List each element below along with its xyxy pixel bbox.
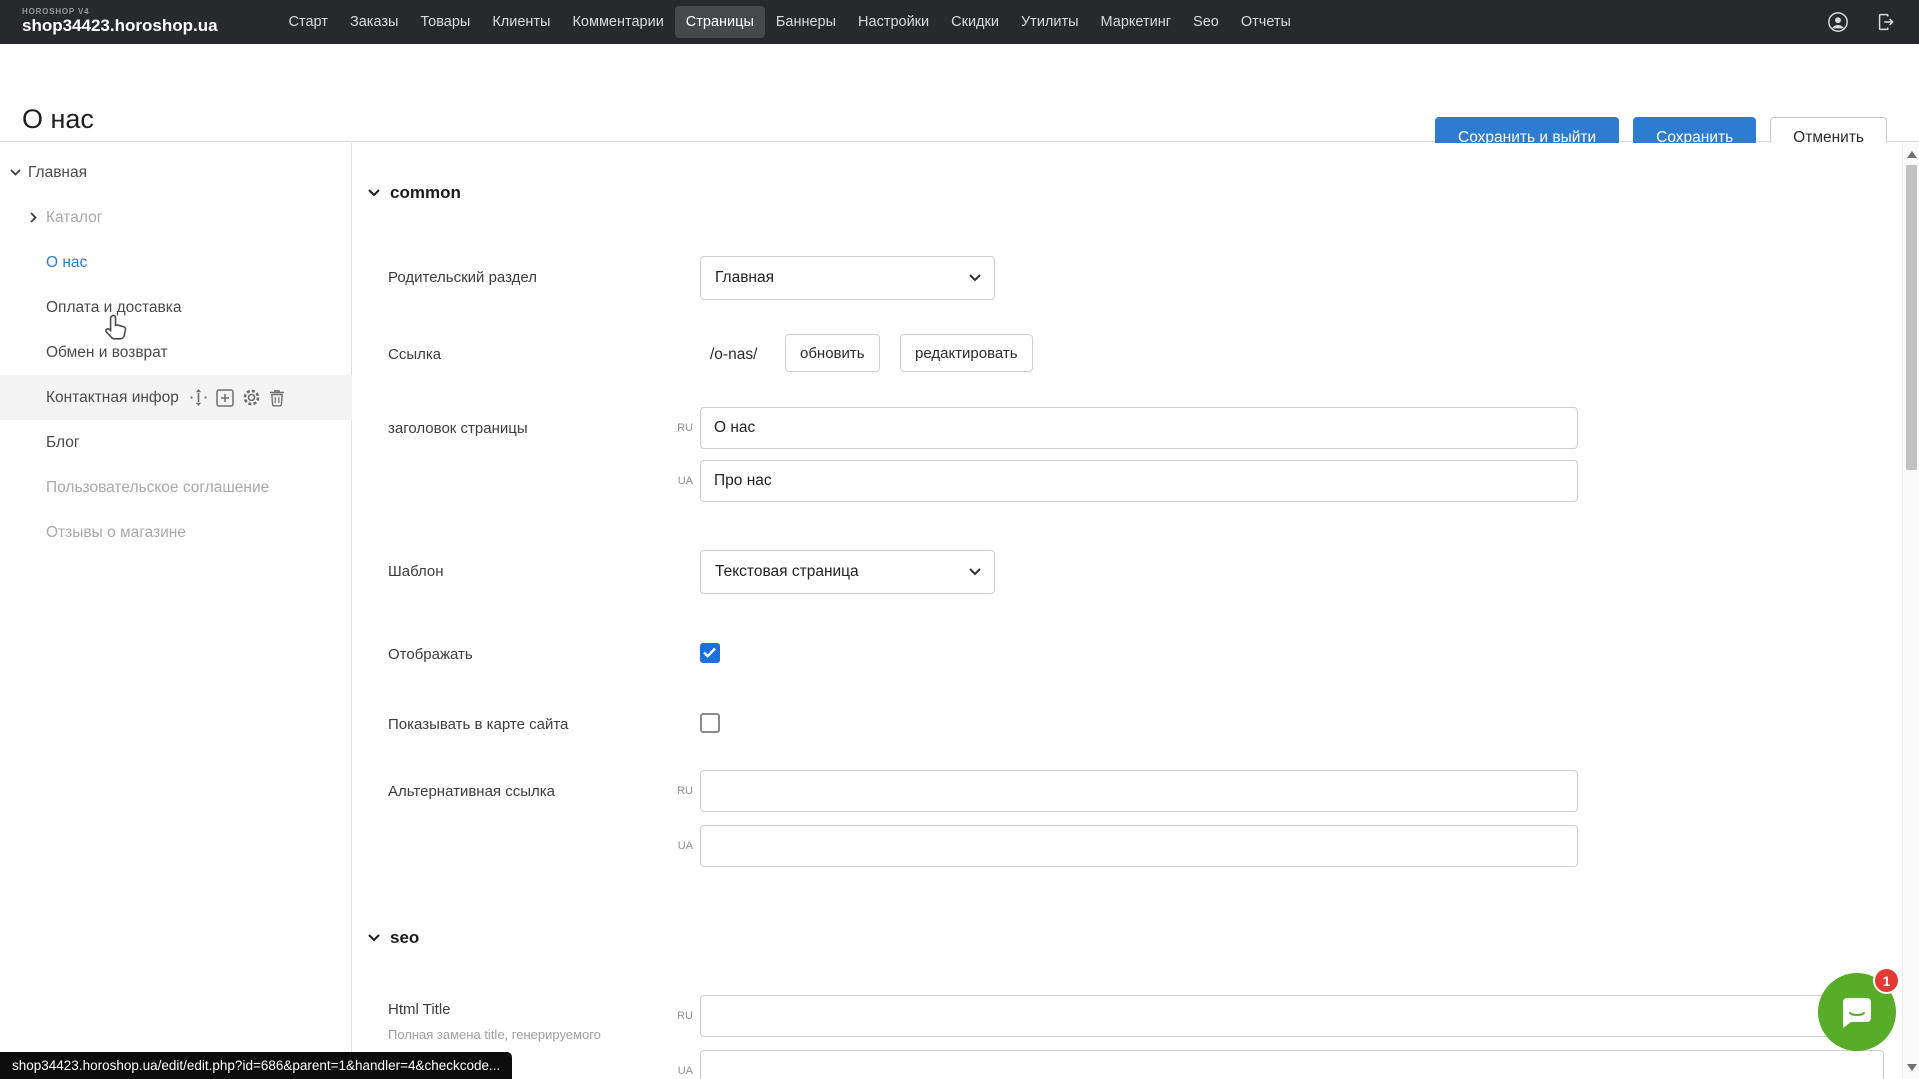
chat-unread-badge: 1 — [1873, 967, 1900, 994]
link-edit-button[interactable]: редактировать — [900, 334, 1033, 372]
tree-row-actions — [189, 388, 285, 407]
alt-link-label: Альтернативная ссылка — [388, 783, 555, 800]
chevron-right-icon[interactable] — [26, 212, 40, 223]
sidebar-item-user-agreement[interactable]: Пользовательское соглашение — [0, 465, 352, 510]
sidebar-item-contact-info[interactable]: Контактная инфор — [0, 375, 352, 420]
section-seo-toggle[interactable]: seo — [368, 928, 419, 948]
nav-item-utilities[interactable]: Утилиты — [1010, 6, 1090, 38]
logo-domain: shop34423.horoshop.ua — [22, 17, 218, 36]
link-value: /o-nas/ — [710, 346, 757, 364]
alt-link-ua-input[interactable] — [700, 825, 1578, 867]
section-common-toggle[interactable]: common — [368, 183, 461, 203]
nav-item-products[interactable]: Товары — [409, 6, 481, 38]
display-checkbox[interactable] — [700, 643, 720, 663]
chevron-down-icon — [969, 269, 981, 287]
nav-item-settings[interactable]: Настройки — [847, 6, 940, 38]
main-menu: Старт Заказы Товары Клиенты Комментарии … — [278, 6, 1302, 38]
page-title-ua-input[interactable] — [700, 460, 1578, 502]
sidebar-item-blog[interactable]: Блог — [0, 420, 352, 465]
chat-widget-button[interactable]: 1 — [1818, 973, 1896, 1051]
vertical-scrollbar[interactable] — [1902, 143, 1919, 1079]
link-refresh-button[interactable]: обновить — [785, 334, 880, 372]
page-title-ru-input[interactable] — [700, 407, 1578, 449]
delete-icon[interactable] — [269, 389, 285, 407]
chevron-down-icon — [368, 934, 380, 942]
page-title: О нас — [22, 104, 94, 135]
check-icon — [703, 647, 716, 658]
nav-item-reports[interactable]: Отчеты — [1230, 6, 1302, 38]
chevron-down-icon[interactable] — [8, 169, 22, 176]
account-icon[interactable] — [1827, 11, 1849, 33]
link-preview-tooltip: shop34423.horoshop.ua/edit/edit.php?id=6… — [0, 1052, 512, 1079]
alt-link-ru-input[interactable] — [700, 770, 1578, 812]
nav-item-discounts[interactable]: Скидки — [940, 6, 1010, 38]
nav-item-start[interactable]: Старт — [278, 6, 339, 38]
brand-logo[interactable]: HOROSHOP V4 shop34423.horoshop.ua — [22, 8, 218, 35]
page-title-label: заголовок страницы — [388, 420, 528, 437]
nav-item-clients[interactable]: Клиенты — [481, 6, 561, 38]
sidebar-item-catalog[interactable]: Каталог — [0, 195, 352, 240]
template-select[interactable]: Текстовая страница — [700, 550, 995, 594]
parent-section-select[interactable]: Главная — [700, 256, 995, 300]
nav-item-banners[interactable]: Баннеры — [765, 6, 847, 38]
nav-item-seo[interactable]: Seo — [1182, 6, 1230, 38]
html-title-ru-input[interactable] — [700, 995, 1884, 1037]
chevron-down-icon — [368, 189, 380, 197]
nav-item-comments[interactable]: Комментарии — [561, 6, 674, 38]
sitemap-checkbox[interactable] — [700, 713, 720, 733]
chat-bubble-icon — [1839, 994, 1875, 1030]
nav-item-marketing[interactable]: Маркетинг — [1090, 6, 1183, 38]
lang-ru-badge: RU — [653, 1010, 693, 1022]
sidebar-item-payment-delivery[interactable]: Оплата и доставка — [0, 285, 352, 330]
scroll-down-arrow[interactable] — [1907, 1064, 1917, 1071]
navbar-right — [1827, 11, 1897, 33]
sidebar-item-store-reviews[interactable]: Отзывы о магазине — [0, 510, 352, 555]
lang-ua-badge: UA — [653, 1065, 693, 1077]
template-label: Шаблон — [388, 563, 444, 580]
move-icon[interactable] — [189, 388, 208, 407]
chevron-down-icon — [969, 563, 981, 581]
app-window: HOROSHOP V4 shop34423.horoshop.ua Старт … — [0, 0, 1919, 1079]
logout-icon[interactable] — [1875, 11, 1897, 33]
html-title-ua-input[interactable] — [700, 1050, 1884, 1079]
nav-item-pages[interactable]: Страницы — [675, 6, 765, 38]
nav-item-orders[interactable]: Заказы — [339, 6, 409, 38]
lang-ua-badge: UA — [653, 840, 693, 852]
sidebar-item-about[interactable]: О нас — [0, 240, 352, 285]
html-title-hint: Полная замена title, генерируемого — [388, 1027, 601, 1042]
page-edit-form: common Родительский раздел Главная Ссылк… — [353, 143, 1902, 1079]
html-title-label: Html Title — [388, 1001, 451, 1018]
parent-section-label: Родительский раздел — [388, 269, 537, 286]
display-label: Отображать — [388, 646, 473, 663]
settings-icon[interactable] — [242, 388, 261, 407]
sidebar-item-home[interactable]: Главная — [0, 150, 352, 195]
lang-ru-badge: RU — [653, 785, 693, 797]
sitemap-label: Показывать в карте сайта — [388, 716, 568, 733]
lang-ua-badge: UA — [653, 475, 693, 487]
sidebar-item-exchange-return[interactable]: Обмен и возврат — [0, 330, 352, 375]
scrollbar-thumb[interactable] — [1906, 165, 1917, 470]
scroll-up-arrow[interactable] — [1907, 151, 1917, 158]
pages-tree-sidebar: Главная Каталог О нас Оплата и доставка … — [0, 143, 352, 1079]
add-icon[interactable] — [216, 389, 234, 407]
page-header: О нас Сохранить и выйти Сохранить Отмени… — [0, 44, 1919, 142]
link-label: Ссылка — [388, 346, 441, 363]
lang-ru-badge: RU — [653, 422, 693, 434]
top-navbar: HOROSHOP V4 shop34423.horoshop.ua Старт … — [0, 0, 1919, 44]
